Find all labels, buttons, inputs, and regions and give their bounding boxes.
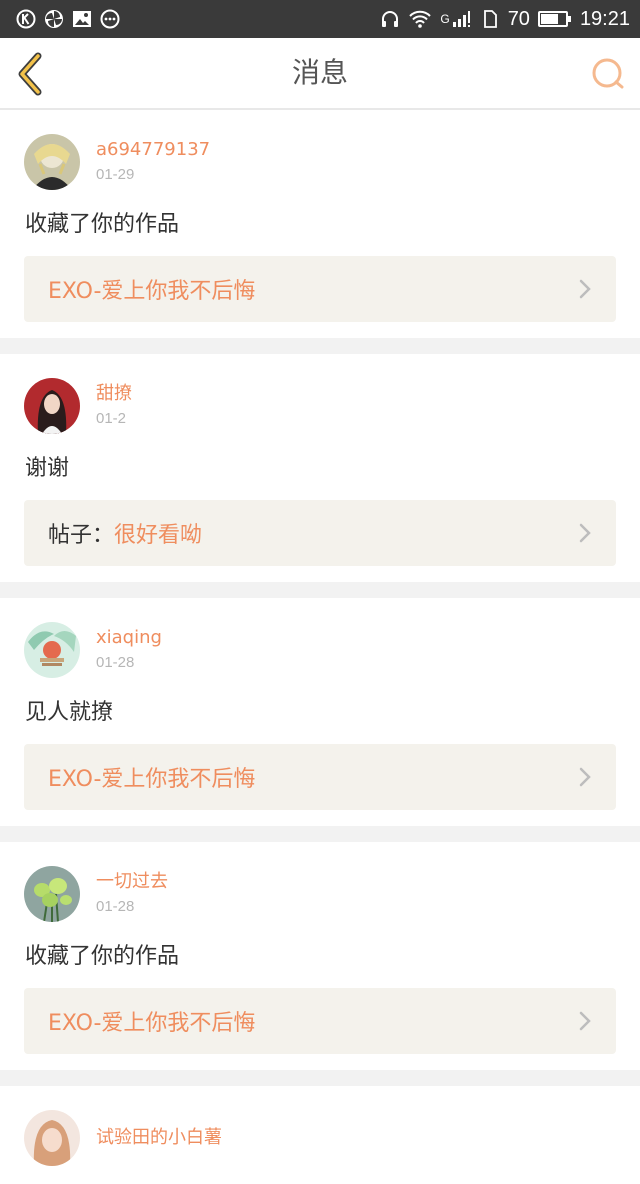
message-header: 试验田的小白薯 [24, 1108, 616, 1168]
post-prefix: 帖子： [48, 523, 115, 548]
message-card: 甜撩 01-2 谢谢 帖子：很好看呦 [0, 354, 640, 582]
avatar[interactable] [24, 134, 80, 190]
message-text: 收藏了你的作品 [25, 212, 180, 237]
message-card: a694779137 01-29 收藏了你的作品 EXO-爱上你我不后悔 [0, 110, 640, 338]
avatar[interactable] [24, 866, 80, 922]
k-circle-icon [16, 9, 36, 29]
network-type: G [440, 12, 450, 26]
chevron-right-icon [579, 1011, 591, 1031]
message-date: 01-29 [96, 166, 135, 183]
wifi-icon [408, 9, 432, 29]
username[interactable]: a694779137 [96, 137, 210, 163]
message-date: 01-2 [96, 410, 127, 427]
headphones-icon [380, 9, 400, 29]
more-dots-icon [100, 9, 120, 29]
chevron-right-icon [579, 767, 591, 787]
page-title: 消息 [291, 56, 348, 89]
chevron-right-icon [579, 523, 591, 543]
battery-icon [537, 11, 571, 27]
message-text: 见人就撩 [25, 700, 114, 725]
avatar[interactable] [24, 622, 80, 678]
message-card: 试验田的小白薯 [0, 1086, 640, 1184]
username[interactable]: 甜撩 [96, 381, 132, 407]
work-link[interactable]: EXO-爱上你我不后悔 [24, 988, 616, 1054]
status-bar: G 70 19:21 [0, 0, 640, 38]
work-link[interactable]: EXO-爱上你我不后悔 [24, 744, 616, 810]
signal-icon [452, 9, 472, 29]
message-card: xiaqing 01-28 见人就撩 EXO-爱上你我不后悔 [0, 598, 640, 826]
message-header: 一切过去 01-28 [24, 864, 616, 924]
avatar[interactable] [24, 378, 80, 434]
username[interactable]: 一切过去 [96, 869, 168, 895]
work-link[interactable]: EXO-爱上你我不后悔 [24, 256, 616, 322]
username[interactable]: 试验田的小白薯 [96, 1125, 222, 1151]
message-text: 收藏了你的作品 [25, 944, 180, 969]
message-card: 一切过去 01-28 收藏了你的作品 EXO-爱上你我不后悔 [0, 842, 640, 1070]
avatar[interactable] [24, 1110, 80, 1166]
search-icon [592, 58, 624, 89]
message-date: 01-28 [96, 654, 135, 671]
message-text: 谢谢 [25, 456, 70, 481]
message-date: 01-28 [96, 898, 135, 915]
message-header: a694779137 01-29 [24, 132, 616, 192]
post-title: 很好看呦 [114, 523, 203, 548]
sim-card-icon [480, 9, 500, 29]
message-header: 甜撩 01-2 [24, 376, 616, 436]
status-right-icons: G 70 19:21 [380, 8, 630, 31]
clock: 19:21 [579, 7, 630, 30]
header-bar: 消息 [0, 38, 640, 110]
post-link[interactable]: 帖子：很好看呦 [24, 500, 616, 566]
pinwheel-icon [44, 9, 64, 29]
work-title: EXO-爱上你我不后悔 [48, 767, 256, 792]
chevron-right-icon [579, 279, 591, 299]
username[interactable]: xiaqing [96, 625, 162, 651]
work-title: EXO-爱上你我不后悔 [48, 279, 256, 304]
message-list: a694779137 01-29 收藏了你的作品 EXO-爱上你我不后悔 甜撩 [0, 110, 640, 1184]
work-title: EXO-爱上你我不后悔 [48, 1011, 256, 1036]
message-header: xiaqing 01-28 [24, 620, 616, 680]
search-button[interactable] [590, 56, 626, 92]
battery-percent: 70 [507, 7, 530, 30]
status-left-icons [16, 9, 120, 29]
image-icon [72, 9, 92, 29]
